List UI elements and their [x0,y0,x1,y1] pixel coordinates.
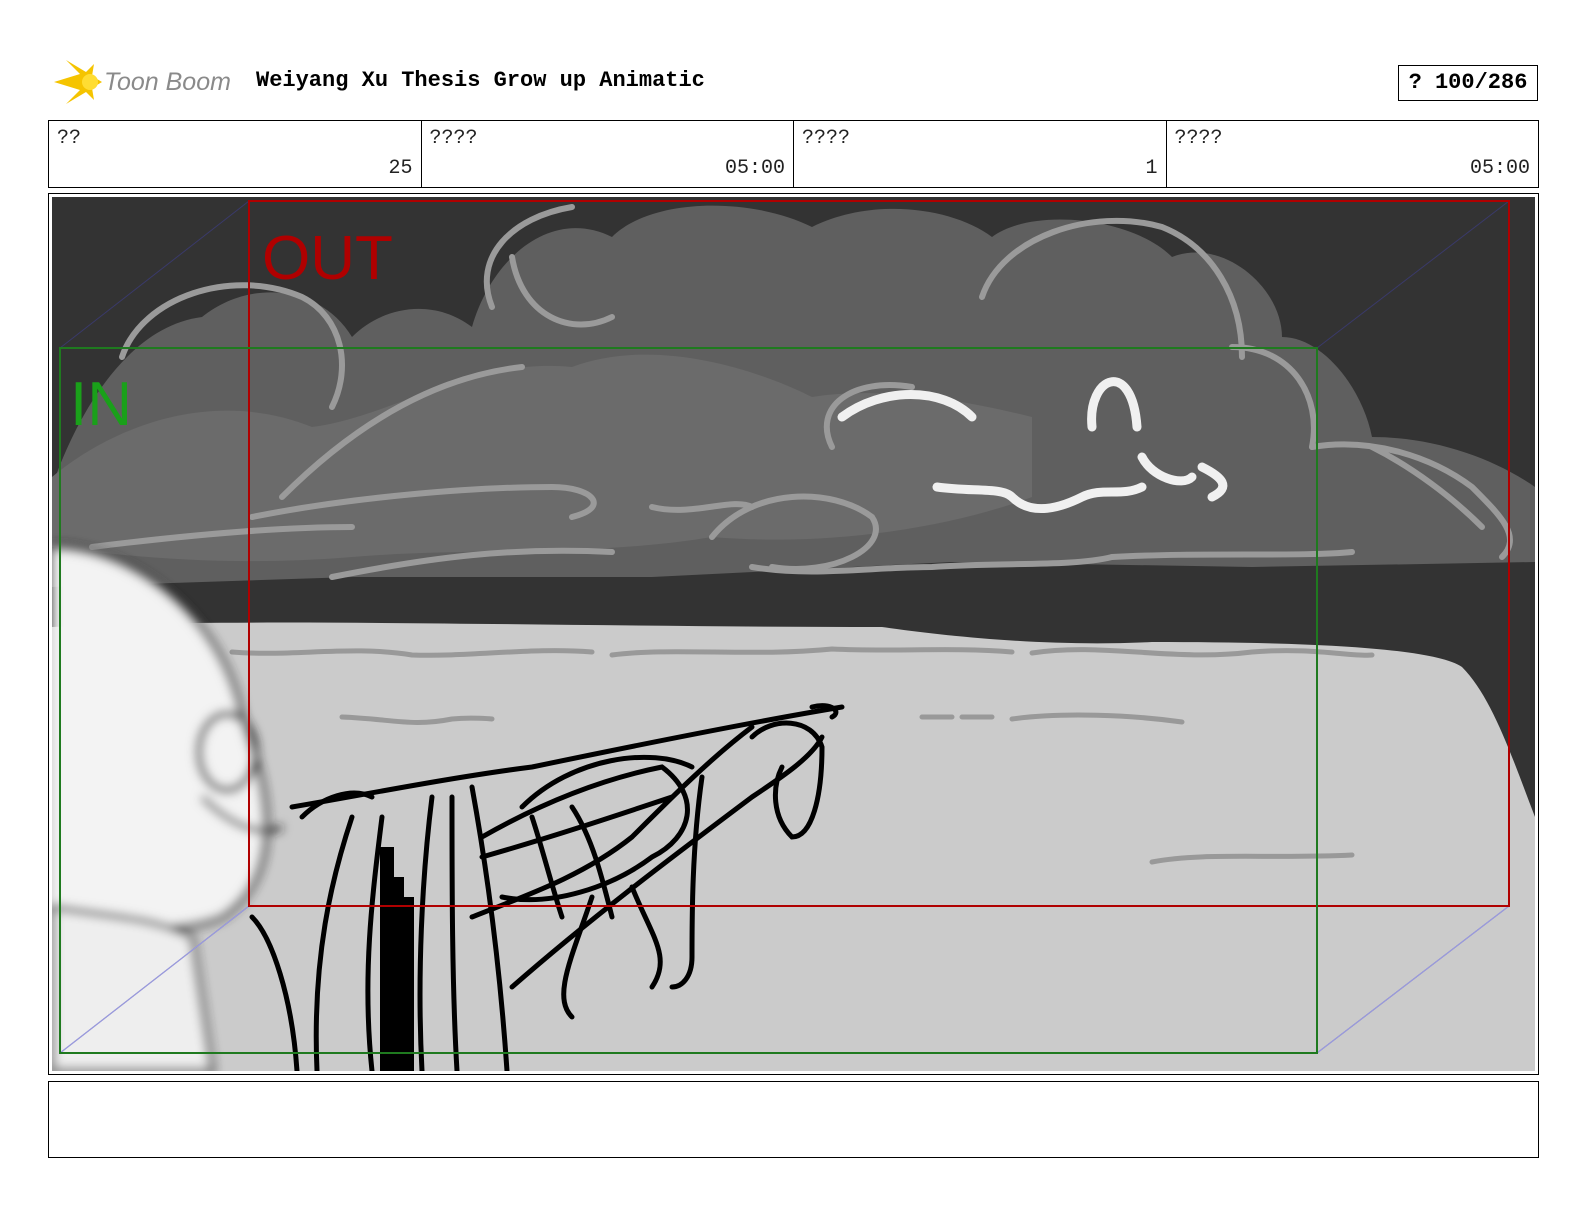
info-label: ???? [429,127,478,150]
caption-box [48,1081,1539,1158]
info-value: 25 [388,157,413,180]
info-cell-duration: ???? 05:00 [422,121,794,187]
info-label: ?? [57,127,82,150]
sketch-dark-hatch [380,847,414,1071]
info-value: 05:00 [1469,157,1530,180]
project-title: Weiyang Xu Thesis Grow up Animatic [256,68,705,93]
in-frame-label: IN [70,370,132,439]
info-value: 1 [1145,157,1158,180]
info-label: ???? [1174,127,1223,150]
info-cell-panel-duration: ???? 05:00 [1167,121,1539,187]
toon-boom-logo: Toon Boom [50,56,240,108]
starburst-icon [54,60,102,104]
info-cell-panel: ???? 1 [794,121,1167,187]
ground-plane [52,622,1535,1071]
panel-info-row: ?? 25 ???? 05:00 ???? 1 ???? 05:00 [48,120,1539,188]
out-frame-label: OUT [262,224,393,293]
logo-wordmark: Toon Boom [104,68,231,96]
storyboard-panel: OUT IN [48,193,1539,1075]
panel-artwork: OUT IN [52,197,1535,1071]
page-counter: ? 100/286 [1398,65,1538,101]
info-label: ???? [802,127,851,150]
info-value: 05:00 [724,157,785,180]
info-cell-scene: ?? 25 [49,121,422,187]
